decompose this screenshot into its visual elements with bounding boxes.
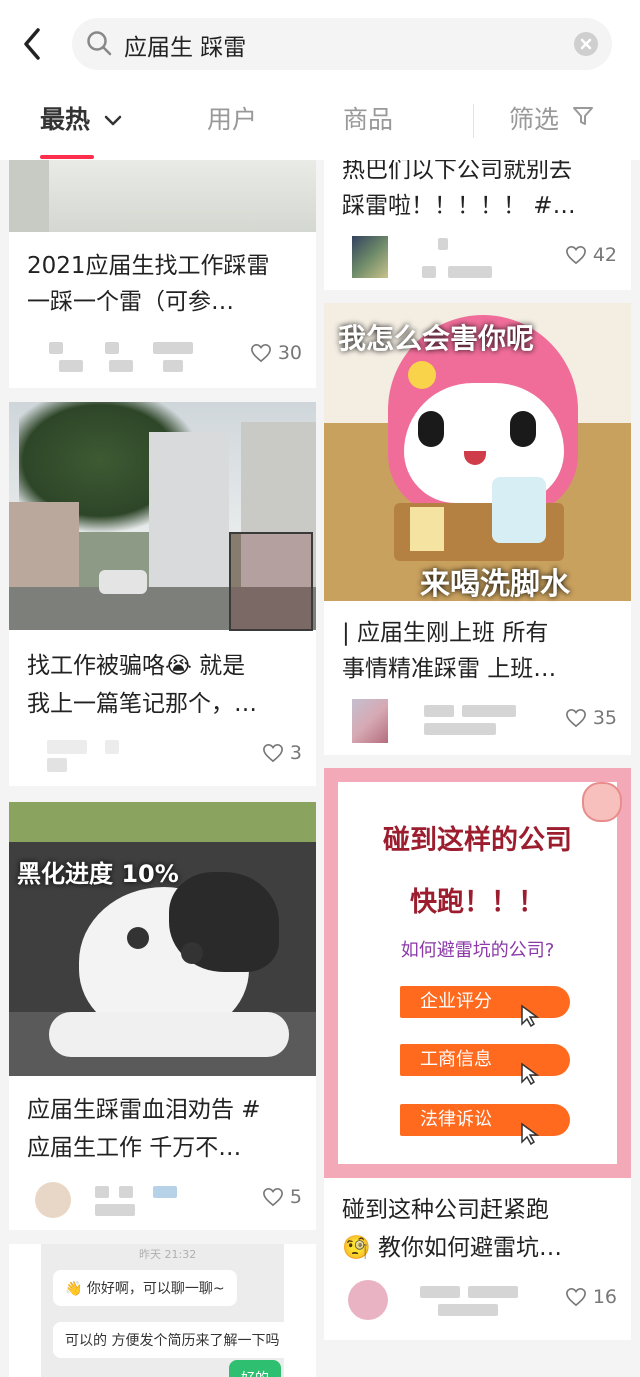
author-info[interactable] — [338, 1278, 538, 1320]
cursor-icon — [521, 1122, 540, 1146]
heart-icon — [565, 1287, 586, 1307]
chat-message: 👋 你好啊，可以聊一聊~ — [53, 1270, 237, 1306]
avatar — [352, 236, 388, 278]
avatar — [348, 1280, 388, 1320]
poster-chip: 工商信息 — [400, 1044, 570, 1076]
note-cover-image: 碰到这样的公司 快跑！！！ 如何避雷坑的公司? 企业评分 工商信息 法律诉讼 — [324, 768, 631, 1178]
like-button[interactable]: 3 — [262, 742, 302, 764]
author-info[interactable] — [23, 736, 143, 776]
tab-label: 筛选 — [509, 105, 560, 134]
note-title: 应届生踩雷血泪劝告 # — [27, 1097, 261, 1123]
image-caption: 我怎么会害你呢 — [338, 322, 535, 355]
cursor-icon — [521, 1004, 540, 1028]
author-info[interactable] — [338, 699, 538, 743]
sort-tabs: 最热 用户 商品 筛选 — [0, 92, 640, 159]
top-bar: 应届生 踩雷 最热 用户 商品 筛选 — [0, 0, 640, 160]
author-info[interactable] — [23, 1180, 203, 1220]
close-icon — [580, 38, 592, 50]
heart-icon — [565, 245, 586, 265]
tab-hottest[interactable]: 最热 — [40, 100, 123, 136]
note-card[interactable]: 找工作被骗咯😭 就是 我上一篇笔记那个，… 3 — [9, 402, 316, 786]
tab-users[interactable]: 用户 — [207, 100, 257, 136]
note-title: 2021应届生找工作踩雷 — [27, 253, 270, 279]
like-count: 16 — [592, 1286, 617, 1308]
heart-icon — [250, 343, 271, 363]
author-info[interactable] — [23, 338, 223, 378]
chat-time: 昨天 21:32 — [139, 1248, 197, 1261]
note-title: 我上一篇笔记那个，… — [27, 691, 257, 717]
cursor-icon — [521, 1062, 540, 1086]
tab-filter[interactable]: 筛选 — [509, 100, 595, 136]
note-title: 🧐 教你如何避雷坑… — [342, 1235, 562, 1261]
like-button[interactable]: 5 — [262, 1186, 302, 1208]
like-button[interactable]: 16 — [565, 1286, 617, 1308]
heart-icon — [262, 743, 283, 763]
note-title: 应届生工作 千万不… — [27, 1135, 242, 1161]
poster-chip: 法律诉讼 — [400, 1104, 570, 1136]
note-title: 热巴们以下公司就别去 — [342, 160, 572, 183]
poster-subheading: 如何避雷坑的公司? — [400, 940, 555, 961]
note-card[interactable]: 碰到这样的公司 快跑！！！ 如何避雷坑的公司? 企业评分 工商信息 法律诉讼 碰… — [324, 768, 631, 1340]
like-count: 5 — [289, 1186, 302, 1208]
search-bar[interactable]: 应届生 踩雷 — [72, 18, 612, 70]
active-tab-indicator — [40, 155, 94, 159]
note-card[interactable]: 我怎么会害你呢 来喝洗脚水 | 应届生刚上班 所有 事情精准踩雷 上班… 35 — [324, 303, 631, 755]
divider — [473, 104, 474, 138]
avatar — [352, 699, 388, 743]
search-icon — [87, 31, 112, 56]
clear-search-button[interactable] — [574, 32, 598, 56]
note-cover-image — [9, 160, 316, 232]
note-card[interactable]: 昨天 21:32 👋 你好啊，可以聊一聊~ 可以的 方便发个简历来了解一下吗 好… — [9, 1244, 316, 1377]
image-caption: 来喝洗脚水 — [420, 567, 570, 602]
note-title: | 应届生刚上班 所有 — [342, 620, 549, 646]
note-cover-image — [9, 402, 316, 631]
like-count: 35 — [592, 707, 617, 729]
image-caption: 黑化进度 10% — [17, 860, 179, 888]
note-card[interactable]: 黑化进度 10% 应届生踩雷血泪劝告 # 应届生工作 千万不… 5 — [9, 802, 316, 1230]
peach-icon — [582, 782, 622, 822]
note-title: 事情精准踩雷 上班… — [342, 656, 557, 682]
search-query[interactable]: 应届生 踩雷 — [124, 28, 246, 62]
note-title: 踩雷啦！！！！！ #… — [342, 193, 576, 219]
like-count: 3 — [289, 742, 302, 764]
chat-reply: 好的 — [229, 1360, 281, 1377]
heart-icon — [262, 1187, 283, 1207]
chat-message: 可以的 方便发个简历来了解一下吗 — [53, 1322, 292, 1358]
note-cover-image: 黑化进度 10% — [9, 802, 316, 1076]
like-count: 42 — [592, 244, 617, 266]
chevron-left-icon — [24, 28, 40, 60]
like-count: 30 — [277, 342, 302, 364]
note-cover-image: 我怎么会害你呢 来喝洗脚水 — [324, 303, 631, 602]
like-button[interactable]: 30 — [250, 342, 302, 364]
note-title: 一踩一个雷（可参… — [27, 289, 234, 315]
author-info[interactable] — [338, 236, 518, 278]
like-button[interactable]: 35 — [565, 707, 617, 729]
note-title: 碰到这种公司赶紧跑 — [342, 1197, 549, 1223]
note-title: 找工作被骗咯😭 就是 — [27, 653, 246, 679]
note-card[interactable]: 2021应届生找工作踩雷 一踩一个雷（可参… 30 — [9, 160, 316, 388]
chevron-down-icon — [104, 115, 121, 126]
poster-heading: 碰到这样的公司 — [383, 825, 572, 856]
filter-icon — [572, 107, 593, 125]
note-cover-image: 昨天 21:32 👋 你好啊，可以聊一聊~ 可以的 方便发个简历来了解一下吗 好… — [41, 1244, 292, 1377]
note-card[interactable]: 热巴们以下公司就别去 踩雷啦！！！！！ #… 42 — [324, 160, 631, 290]
like-button[interactable]: 42 — [565, 244, 617, 266]
poster-chip: 企业评分 — [400, 986, 570, 1018]
poster-heading: 快跑！！！ — [410, 887, 545, 918]
tab-label: 最热 — [40, 105, 91, 134]
tab-products[interactable]: 商品 — [343, 100, 393, 136]
avatar — [35, 1182, 71, 1218]
heart-icon — [565, 708, 586, 728]
back-button[interactable] — [18, 24, 48, 64]
